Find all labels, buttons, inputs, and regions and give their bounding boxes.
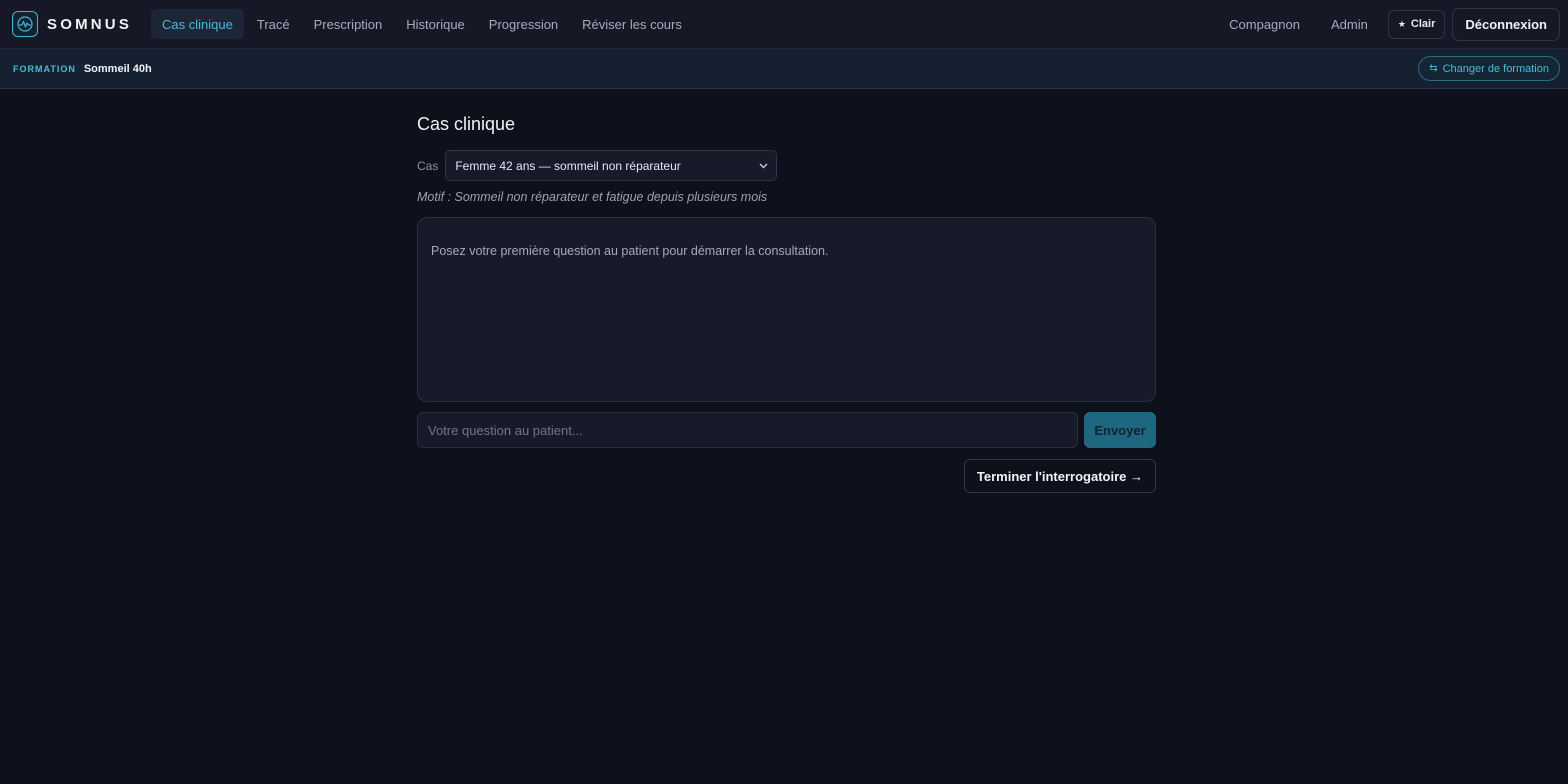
nav-item-historique[interactable]: Historique <box>395 9 476 39</box>
admin-link[interactable]: Admin <box>1320 17 1379 32</box>
send-button[interactable]: Envoyer <box>1084 412 1156 448</box>
brand-name: SOMNUS <box>47 15 133 33</box>
formation-name: Sommeil 40h <box>83 62 152 75</box>
chevron-down-icon <box>759 161 768 171</box>
swap-icon: ⇆ <box>1429 63 1438 74</box>
nav-item-prescription[interactable]: Prescription <box>303 9 394 39</box>
change-formation-button[interactable]: ⇆ Changer de formation <box>1418 56 1560 81</box>
case-motif: Motif : Sommeil non réparateur et fatigu… <box>417 190 768 204</box>
chat-transcript[interactable]: Posez votre première question au patient… <box>417 217 1156 402</box>
case-selector-row: Cas Femme 42 ans — sommeil non réparateu… <box>417 150 778 181</box>
nav-item-reviser-cours[interactable]: Réviser les cours <box>571 9 693 39</box>
change-formation-label: Changer de formation <box>1442 62 1549 75</box>
nav-item-cas-clinique[interactable]: Cas clinique <box>151 9 244 39</box>
chat-placeholder: Posez votre première question au patient… <box>431 244 829 258</box>
right-nav: Compagnon Admin ★ Clair Déconnexion <box>1218 7 1560 41</box>
finish-interrogation-button[interactable]: Terminer l'interrogatoire → <box>963 459 1156 493</box>
case-select[interactable]: Femme 42 ans — sommeil non réparateur <box>445 150 778 181</box>
question-input[interactable] <box>417 412 1078 448</box>
page-title: Cas clinique <box>417 114 516 134</box>
formation-bar: FORMATION Sommeil 40h ⇆ Changer de forma… <box>0 49 1568 89</box>
compagnon-link[interactable]: Compagnon <box>1218 17 1311 32</box>
formation-label: FORMATION <box>13 63 76 74</box>
nav-item-trace[interactable]: Tracé <box>246 9 301 39</box>
case-select-value: Femme 42 ans — sommeil non réparateur <box>455 158 681 173</box>
brand[interactable]: SOMNUS <box>12 11 132 37</box>
main-nav: Cas clinique Tracé Prescription Historiq… <box>151 9 695 39</box>
logout-button[interactable]: Déconnexion <box>1452 7 1560 41</box>
theme-toggle-button[interactable]: ★ Clair <box>1387 9 1446 39</box>
nav-item-progression[interactable]: Progression <box>478 9 569 39</box>
top-navbar: SOMNUS Cas clinique Tracé Prescription H… <box>0 0 1568 49</box>
case-label: Cas <box>417 158 439 173</box>
theme-toggle-label: Clair <box>1410 18 1436 30</box>
question-input-row: Envoyer <box>417 412 1156 448</box>
somnus-logo-icon <box>12 11 38 37</box>
star-icon: ★ <box>1397 18 1406 29</box>
sleep-wave-icon <box>17 16 33 32</box>
